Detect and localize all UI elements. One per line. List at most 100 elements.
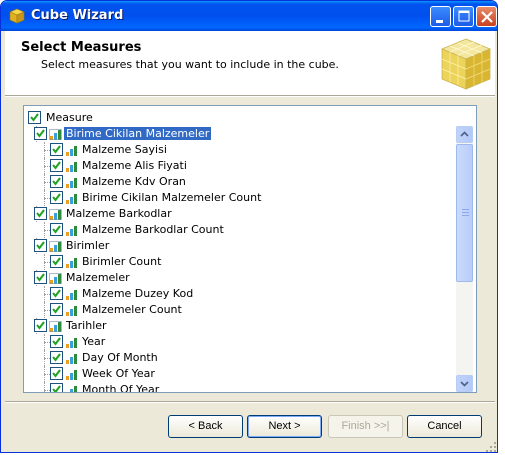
measure-checkbox[interactable] bbox=[50, 175, 63, 188]
maximize-button[interactable] bbox=[453, 6, 474, 27]
tree-measure-row[interactable]: Birime Cikilan Malzemeler Count bbox=[26, 190, 456, 206]
tree-group-row[interactable]: Birimler bbox=[26, 238, 456, 254]
measure-label: Tarihler bbox=[66, 319, 107, 332]
tree-measure-row[interactable]: Malzeme Duzey Kod bbox=[26, 286, 456, 302]
checkmark-icon bbox=[52, 289, 61, 298]
tree-measure-row[interactable]: Malzeme Kdv Oran bbox=[26, 174, 456, 190]
measure-checkbox[interactable] bbox=[34, 127, 47, 140]
measure-group-icon bbox=[49, 129, 62, 140]
measure-icon bbox=[66, 370, 77, 380]
resize-grip-icon[interactable] bbox=[485, 441, 497, 453]
close-icon bbox=[481, 11, 493, 23]
root-label: Measure bbox=[46, 111, 93, 124]
cube-icon bbox=[9, 8, 25, 24]
chevron-down-icon bbox=[460, 381, 469, 387]
tree-measure-row[interactable]: Year bbox=[26, 334, 456, 350]
measure-checkbox[interactable] bbox=[34, 207, 47, 220]
measure-label: Birime Cikilan Malzemeler bbox=[64, 127, 212, 140]
back-button[interactable]: < Back bbox=[168, 415, 243, 438]
measure-label: Malzemeler Count bbox=[82, 303, 182, 316]
scroll-down-button[interactable] bbox=[456, 375, 473, 392]
minimize-icon bbox=[436, 20, 443, 23]
measure-group-icon bbox=[49, 321, 62, 332]
measure-checkbox[interactable] bbox=[50, 287, 63, 300]
tree-group-row[interactable]: Malzemeler bbox=[26, 270, 456, 286]
tree-measure-row[interactable]: Malzeme Sayisi bbox=[26, 142, 456, 158]
grip-line bbox=[462, 215, 469, 216]
measure-icon bbox=[66, 178, 77, 188]
measure-checkbox[interactable] bbox=[50, 367, 63, 380]
checkmark-icon bbox=[30, 113, 39, 122]
measure-icon bbox=[66, 146, 77, 156]
header-divider bbox=[5, 95, 495, 97]
vertical-scrollbar[interactable] bbox=[456, 126, 473, 392]
measure-checkbox[interactable] bbox=[50, 191, 63, 204]
root-checkbox[interactable] bbox=[28, 111, 41, 124]
chevron-up-icon bbox=[460, 131, 469, 137]
tree-group-row[interactable]: Tarihler bbox=[26, 318, 456, 334]
cancel-button[interactable]: Cancel bbox=[407, 415, 482, 438]
wizard-header: Select Measures Select measures that you… bbox=[5, 31, 495, 95]
measure-checkbox[interactable] bbox=[34, 319, 47, 332]
grip-line bbox=[462, 209, 469, 210]
maximize-icon bbox=[458, 10, 470, 22]
measure-checkbox[interactable] bbox=[50, 143, 63, 156]
measure-icon bbox=[66, 290, 77, 300]
measure-checkbox[interactable] bbox=[50, 159, 63, 172]
measure-group-icon bbox=[49, 273, 62, 284]
tree-measure-row[interactable]: Malzeme Barkodlar Count bbox=[26, 222, 456, 238]
checkmark-icon bbox=[52, 353, 61, 362]
tree-measure-row[interactable]: Day Of Month bbox=[26, 350, 456, 366]
measure-icon bbox=[70, 386, 77, 392]
cube-graphic-icon bbox=[440, 38, 492, 90]
measure-label: Birimler bbox=[66, 239, 110, 252]
measure-checkbox[interactable] bbox=[34, 239, 47, 252]
measure-checkbox[interactable] bbox=[50, 383, 63, 392]
tree-measure-row[interactable]: Week Of Year bbox=[26, 366, 456, 382]
measure-label: Week Of Year bbox=[82, 367, 155, 380]
scroll-up-button[interactable] bbox=[456, 126, 473, 143]
checkmark-icon bbox=[36, 321, 45, 330]
measure-icon bbox=[66, 162, 77, 172]
finish-button[interactable]: Finish >>| bbox=[328, 415, 403, 438]
tree-group-row[interactable]: Birime Cikilan Malzemeler bbox=[26, 126, 456, 142]
checkmark-icon bbox=[36, 129, 45, 138]
scroll-thumb[interactable] bbox=[456, 144, 473, 282]
tree-measure-row[interactable]: Month Of Year bbox=[26, 382, 456, 392]
checkmark-icon bbox=[52, 337, 61, 346]
tree-measure-row[interactable]: Malzeme Alis Fiyati bbox=[26, 158, 456, 174]
page-subtitle: Select measures that you want to include… bbox=[41, 58, 339, 71]
measure-tree[interactable]: Measure Birime Cikilan Malzemeler Malzeme… bbox=[23, 105, 477, 393]
minimize-button[interactable] bbox=[430, 6, 451, 27]
tree-group-row[interactable]: Malzeme Barkodlar bbox=[26, 206, 456, 222]
measure-icon bbox=[66, 226, 77, 236]
measure-checkbox[interactable] bbox=[50, 335, 63, 348]
measure-icon bbox=[66, 194, 77, 204]
measure-label: Malzeme Sayisi bbox=[82, 143, 167, 156]
measure-label: Birimler Count bbox=[82, 255, 162, 268]
next-button[interactable]: Next > bbox=[247, 415, 322, 438]
tree-measure-row[interactable]: Malzemeler Count bbox=[26, 302, 456, 318]
checkmark-icon bbox=[52, 305, 61, 314]
grip-line bbox=[462, 212, 469, 213]
measure-group-icon bbox=[49, 209, 62, 220]
checkmark-icon bbox=[52, 385, 61, 392]
measure-checkbox[interactable] bbox=[50, 223, 63, 236]
close-button[interactable] bbox=[476, 6, 497, 27]
checkmark-icon bbox=[36, 273, 45, 282]
measure-checkbox[interactable] bbox=[50, 351, 63, 364]
page-title: Select Measures bbox=[21, 40, 142, 55]
checkmark-icon bbox=[52, 177, 61, 186]
measure-label: Malzeme Kdv Oran bbox=[82, 175, 186, 188]
measure-label: Malzemeler bbox=[66, 271, 130, 284]
checkmark-icon bbox=[52, 369, 61, 378]
measure-checkbox[interactable] bbox=[34, 271, 47, 284]
measure-label: Year bbox=[82, 335, 106, 348]
window-title: Cube Wizard bbox=[31, 8, 124, 23]
title-bar[interactable]: Cube Wizard bbox=[1, 1, 497, 31]
checkmark-icon bbox=[36, 241, 45, 250]
measure-checkbox[interactable] bbox=[50, 255, 63, 268]
measure-checkbox[interactable] bbox=[50, 303, 63, 316]
tree-measure-row[interactable]: Birimler Count bbox=[26, 254, 456, 270]
measure-icon bbox=[66, 306, 77, 316]
